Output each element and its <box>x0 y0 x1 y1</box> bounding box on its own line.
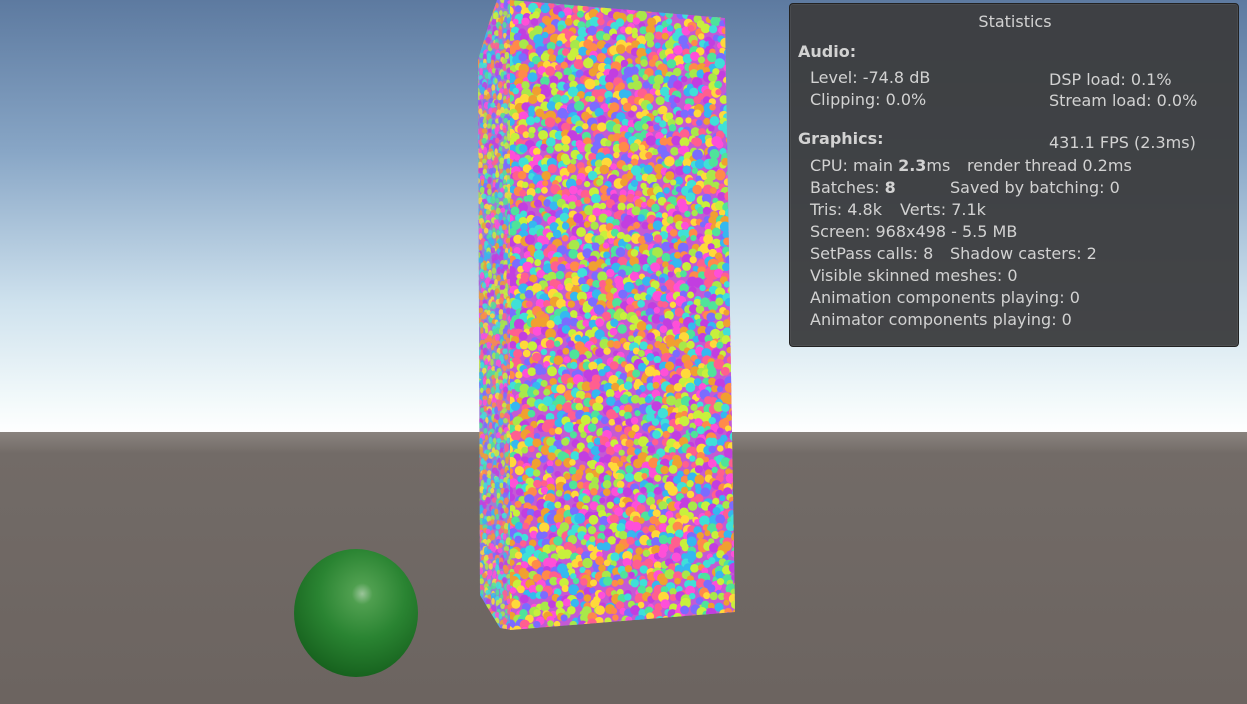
render-thread: render thread 0.2ms <box>967 156 1132 175</box>
setpass-calls: SetPass calls: 8 <box>810 244 934 263</box>
cpu-main-value: 2.3 <box>898 156 927 175</box>
cpu-main: CPU: main 2.3ms <box>810 155 950 177</box>
animation-components: Animation components playing: 0 <box>810 288 1080 307</box>
shadow-casters: Shadow casters: 2 <box>950 244 1097 263</box>
visible-skinned-meshes: Visible skinned meshes: 0 <box>810 266 1018 285</box>
audio-heading: Audio: <box>798 42 857 61</box>
graphics-heading: Graphics: <box>798 129 884 148</box>
batches: Batches: 8 <box>810 177 896 199</box>
dsp-load: DSP load: 0.1% <box>1049 70 1172 89</box>
panel-title: Statistics <box>978 12 1052 31</box>
batches-label: Batches: <box>810 178 885 197</box>
audio-clipping: Clipping: 0.0% <box>810 90 927 109</box>
fps-readout: 431.1 FPS (2.3ms) <box>1049 133 1196 152</box>
statistics-panel: Statistics Audio: Level: -74.8 dB DSP lo… <box>789 3 1239 347</box>
cpu-prefix: CPU: main <box>810 156 899 175</box>
animator-components: Animator components playing: 0 <box>810 310 1072 329</box>
tris: Tris: 4.8k <box>810 200 882 219</box>
audio-level: Level: -74.8 dB <box>810 68 931 87</box>
saved-by-batching: Saved by batching: 0 <box>950 178 1120 197</box>
verts: Verts: 7.1k <box>900 200 986 219</box>
noise-box <box>478 0 735 630</box>
batches-value: 8 <box>884 178 896 197</box>
stream-load: Stream load: 0.0% <box>1049 91 1198 110</box>
screen-info: Screen: 968x498 - 5.5 MB <box>810 222 1018 241</box>
cpu-suffix: ms <box>926 156 951 175</box>
green-sphere <box>294 549 418 677</box>
